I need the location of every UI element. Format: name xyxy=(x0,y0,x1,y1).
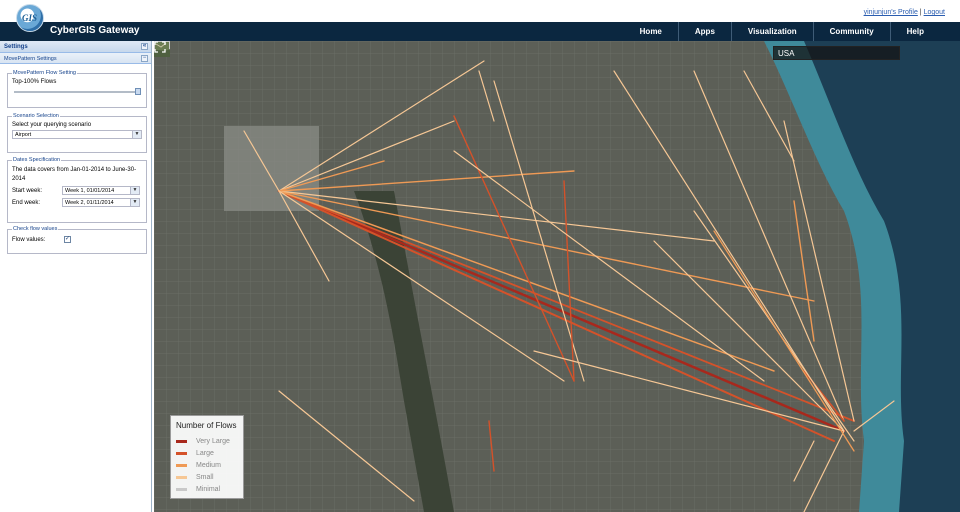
end-week-label: End week: xyxy=(12,199,41,206)
check-flows-legend: Check flow values xyxy=(13,226,58,232)
legend-swatch xyxy=(176,475,187,479)
dates-legend: Dates Specification xyxy=(13,157,61,163)
legend-item: Large xyxy=(176,447,238,459)
legend-label: Very Large xyxy=(196,437,230,445)
satellite-basemap[interactable] xyxy=(154,41,960,512)
flow-slider-thumb[interactable] xyxy=(135,88,141,95)
movepattern-settings-header[interactable]: MovePattern Settings − xyxy=(0,53,151,64)
user-links: yinjunjun's Profile | Logout xyxy=(864,9,945,16)
legend-item: Medium xyxy=(176,459,238,471)
collapse-subpanel-button[interactable]: − xyxy=(141,55,148,62)
scenario-group: Scenario Selection Select your querying … xyxy=(7,113,147,153)
legend-swatch xyxy=(176,463,187,467)
flow-slider[interactable] xyxy=(12,88,142,95)
flow-setting-group: MovePattern Flow Setting Top-100% Flows xyxy=(7,70,147,108)
collapse-sidebar-button[interactable]: « xyxy=(141,43,148,50)
flow-values-checkbox[interactable]: ✓ xyxy=(64,236,71,243)
end-week-select[interactable]: Week 2, 01/11/2014 ▼ xyxy=(62,198,140,207)
location-search-input[interactable]: USA xyxy=(773,46,900,60)
chevron-down-icon[interactable]: ▼ xyxy=(132,131,141,138)
chevron-down-icon[interactable]: ▼ xyxy=(130,199,139,206)
fullscreen-icon[interactable] xyxy=(154,41,166,53)
start-week-label: Start week: xyxy=(12,187,43,194)
map-view[interactable]: USA Number of Flows Very Large Large Med… xyxy=(154,41,960,512)
scenario-legend: Scenario Selection xyxy=(13,113,59,119)
airport-area xyxy=(224,126,319,211)
profile-link[interactable]: yinjunjun's Profile xyxy=(864,9,918,16)
nav-help[interactable]: Help xyxy=(889,22,940,41)
dates-group: Dates Specification The data covers from… xyxy=(7,157,147,223)
legend-swatch xyxy=(176,451,187,455)
app-title[interactable]: CyberGIS Gateway xyxy=(50,25,139,36)
scenario-label: Select your querying scenario xyxy=(12,122,92,128)
nav-visualization[interactable]: Visualization xyxy=(730,22,813,41)
main-nav: Home Apps Visualization Community Help xyxy=(624,22,940,41)
legend-item: Very Large xyxy=(176,435,238,447)
cybergis-logo[interactable]: GIS xyxy=(16,4,44,32)
nav-community[interactable]: Community xyxy=(812,22,890,41)
flow-slider-track xyxy=(14,91,136,93)
nav-home[interactable]: Home xyxy=(624,22,678,41)
legend-item: Minimal xyxy=(176,483,238,495)
legend-label: Large xyxy=(196,449,214,457)
legend-swatch xyxy=(176,439,187,443)
start-week-select[interactable]: Week 1, 01/01/2014 ▼ xyxy=(62,186,140,195)
legend-label: Medium xyxy=(196,461,221,469)
flow-legend: Number of Flows Very Large Large Medium … xyxy=(170,415,244,499)
end-week-value: Week 2, 01/11/2014 xyxy=(65,200,114,206)
scenario-select[interactable]: Airport ▼ xyxy=(12,130,142,139)
legend-item: Small xyxy=(176,471,238,483)
link-separator: | xyxy=(919,9,922,16)
logo-text: GIS xyxy=(22,13,38,23)
top-strip: yinjunjun's Profile | Logout xyxy=(0,0,960,22)
settings-title: Settings xyxy=(4,44,28,50)
flow-percent-label: Top-100% Flows xyxy=(12,79,57,85)
nav-apps[interactable]: Apps xyxy=(677,22,731,41)
subpanel-title: MovePattern Settings xyxy=(4,56,57,62)
start-week-value: Week 1, 01/01/2014 xyxy=(65,188,115,194)
flow-values-label: Flow values: xyxy=(12,236,46,243)
legend-label: Minimal xyxy=(196,485,221,493)
chevron-down-icon[interactable]: ▼ xyxy=(130,187,139,194)
check-flows-group: Check flow values Flow values: ✓ xyxy=(7,226,147,254)
settings-sidebar: Settings « MovePattern Settings − MovePa… xyxy=(0,41,152,512)
flow-setting-legend: MovePattern Flow Setting xyxy=(13,70,76,76)
logout-link[interactable]: Logout xyxy=(924,9,945,16)
legend-label: Small xyxy=(196,473,214,481)
legend-swatch xyxy=(176,487,187,491)
settings-header: Settings « xyxy=(0,41,151,53)
scenario-value: Airport xyxy=(15,132,32,138)
legend-title: Number of Flows xyxy=(176,421,237,430)
date-coverage-text: The data covers from Jan-01-2014 to June… xyxy=(12,167,137,182)
